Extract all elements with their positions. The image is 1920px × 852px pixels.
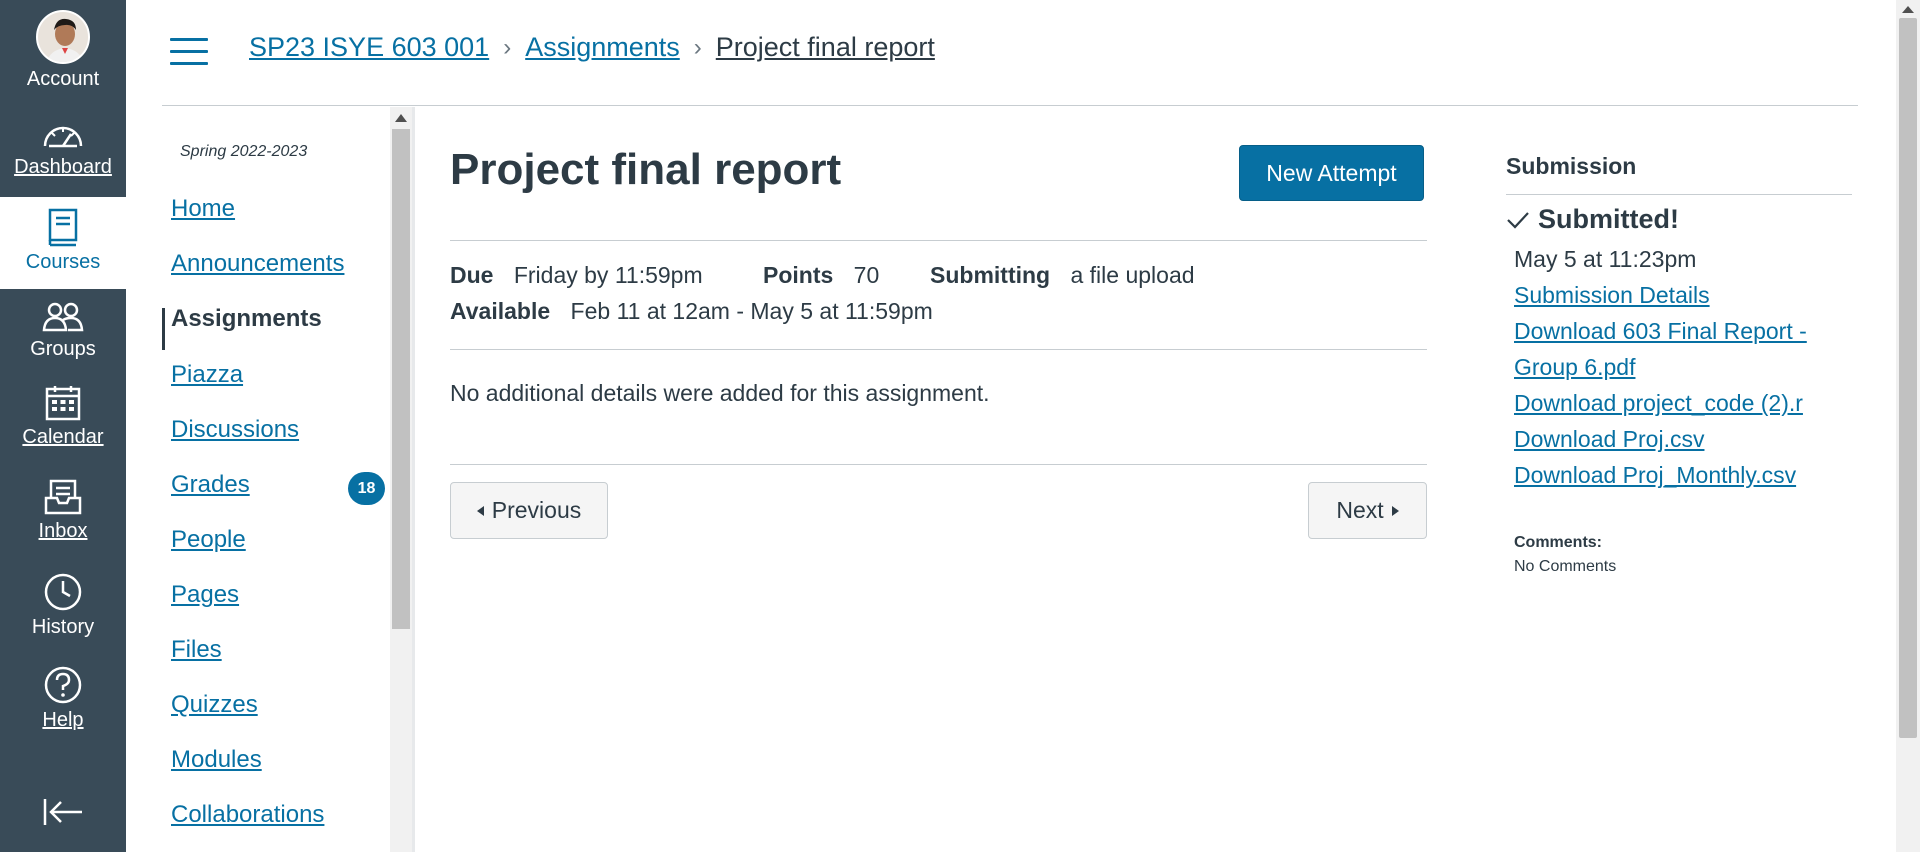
new-attempt-button[interactable]: New Attempt <box>1239 145 1424 201</box>
assignment-details: No additional details were added for thi… <box>450 380 990 406</box>
course-nav-scrollbar[interactable] <box>390 107 412 852</box>
due-value: Friday by 11:59pm <box>513 262 703 288</box>
scroll-up-icon[interactable] <box>1902 6 1914 13</box>
collapse-nav-icon <box>43 799 82 825</box>
nav-courses[interactable]: Courses <box>0 197 126 289</box>
hamburger-menu-icon[interactable] <box>170 38 208 66</box>
comments-label: Comments: <box>1514 534 1603 551</box>
available-value: Feb 11 at 12am - May 5 at 11:59pm <box>570 298 933 324</box>
grades-count-badge: 18 <box>348 472 385 505</box>
download-final-report-link-continued[interactable]: Group 6.pdf <box>1514 354 1635 381</box>
submission-status: Submitted! <box>1506 204 1679 235</box>
nav-calendar[interactable]: Calendar <box>0 384 126 449</box>
scrollbar-thumb[interactable] <box>392 129 410 629</box>
course-nav-quizzes[interactable]: Quizzes <box>171 691 258 719</box>
points-value: 70 <box>853 262 880 288</box>
page-title: Project final report <box>450 145 842 194</box>
submission-status-text: Submitted! <box>1538 204 1679 234</box>
submission-date: May 5 at 11:23pm <box>1514 246 1697 272</box>
download-final-report-link[interactable]: Download 603 Final Report - <box>1514 318 1807 345</box>
caret-left-icon <box>476 505 484 516</box>
nav-groups-label: Groups <box>30 338 96 360</box>
breadcrumb-course[interactable]: SP23 ISYE 603 001 <box>249 32 489 63</box>
breadcrumb-separator-icon: › <box>503 33 512 61</box>
due-label: Due <box>450 262 494 288</box>
submission-heading: Submission <box>1506 153 1637 179</box>
points-label: Points <box>763 262 834 288</box>
course-navigation: Spring 2022-2023 Home Announcements Assi… <box>162 107 390 852</box>
download-proj-csv-link[interactable]: Download Proj.csv <box>1514 426 1704 453</box>
previous-label: Previous <box>491 497 582 523</box>
breadcrumb-separator-icon: › <box>693 33 702 61</box>
divider <box>450 464 1427 465</box>
next-button[interactable]: Next <box>1308 482 1427 539</box>
breadcrumb: SP23 ISYE 603 001 › Assignments › Projec… <box>249 32 935 63</box>
course-nav-announcements[interactable]: Announcements <box>171 250 344 278</box>
course-nav-grades[interactable]: Grades <box>171 471 250 499</box>
nav-inbox[interactable]: Inbox <box>0 478 126 543</box>
global-navigation: Account Dashboard Courses Groups Calenda… <box>0 0 126 852</box>
scroll-up-icon[interactable] <box>395 114 407 122</box>
nav-account[interactable]: Account <box>0 10 126 91</box>
divider <box>412 107 415 852</box>
available-label: Available <box>450 298 551 324</box>
course-nav-pages[interactable]: Pages <box>171 581 239 609</box>
available-row: Available Feb 11 at 12am - May 5 at 11:5… <box>450 298 933 325</box>
history-icon <box>44 573 82 611</box>
course-nav-discussions[interactable]: Discussions <box>171 416 299 444</box>
active-item-marker <box>162 308 165 350</box>
divider <box>450 240 1427 241</box>
next-label: Next <box>1336 497 1384 523</box>
help-icon <box>44 666 82 704</box>
divider <box>1506 194 1852 195</box>
nav-help-label: Help <box>42 709 84 731</box>
checkmark-icon <box>1507 211 1529 229</box>
download-proj-monthly-csv-link[interactable]: Download Proj_Monthly.csv <box>1514 462 1796 489</box>
course-nav-modules[interactable]: Modules <box>171 746 262 774</box>
dashboard-icon <box>43 126 83 148</box>
nav-inbox-label: Inbox <box>38 520 88 542</box>
course-nav-assignments[interactable]: Assignments <box>171 305 322 333</box>
submitting-row: Submitting a file upload <box>930 262 1195 289</box>
nav-help[interactable]: Help <box>0 665 126 732</box>
divider <box>450 349 1427 350</box>
breadcrumb-current[interactable]: Project final report <box>716 32 935 63</box>
submission-details-link[interactable]: Submission Details <box>1514 282 1710 309</box>
points-row: Points 70 <box>763 262 879 289</box>
scrollbar-thumb[interactable] <box>1899 18 1917 738</box>
submitting-label: Submitting <box>930 262 1051 288</box>
courses-icon <box>48 208 78 247</box>
course-nav-people[interactable]: People <box>171 526 246 554</box>
nav-history[interactable]: History <box>0 572 126 639</box>
calendar-icon <box>45 386 81 421</box>
nav-dashboard[interactable]: Dashboard <box>0 118 126 179</box>
breadcrumb-assignments[interactable]: Assignments <box>525 32 680 63</box>
comments-value: No Comments <box>1514 558 1617 575</box>
nav-history-label: History <box>31 616 95 638</box>
previous-button[interactable]: Previous <box>450 482 608 539</box>
avatar <box>36 10 90 64</box>
nav-groups[interactable]: Groups <box>0 300 126 361</box>
course-nav-piazza[interactable]: Piazza <box>171 361 243 389</box>
nav-account-label: Account <box>26 68 100 90</box>
groups-icon <box>42 302 84 332</box>
page-scrollbar[interactable] <box>1896 0 1920 852</box>
course-nav-home[interactable]: Home <box>171 195 235 223</box>
course-nav-files[interactable]: Files <box>171 636 222 664</box>
nav-dashboard-label: Dashboard <box>14 156 112 178</box>
nav-calendar-label: Calendar <box>22 426 104 448</box>
due-row: Due Friday by 11:59pm <box>450 262 703 289</box>
nav-courses-label: Courses <box>25 251 101 273</box>
download-project-code-link[interactable]: Download project_code (2).r <box>1514 390 1803 417</box>
collapse-nav-button[interactable] <box>0 797 126 827</box>
course-nav-collaborations[interactable]: Collaborations <box>171 801 324 829</box>
caret-right-icon <box>1391 505 1399 516</box>
submitting-value: a file upload <box>1070 262 1195 288</box>
page-header: SP23 ISYE 603 001 › Assignments › Projec… <box>162 0 1858 106</box>
inbox-icon <box>44 479 82 515</box>
term-label: Spring 2022-2023 <box>180 143 308 160</box>
